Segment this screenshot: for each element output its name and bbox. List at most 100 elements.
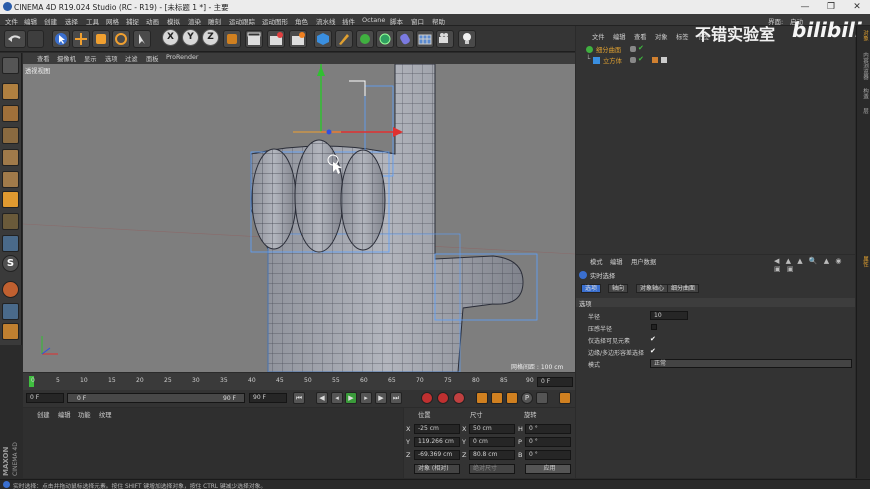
viewport-menu-filter[interactable]: 过滤 xyxy=(125,54,138,63)
rotate-button[interactable] xyxy=(112,30,130,48)
viewport-menu-options[interactable]: 选项 xyxy=(105,54,118,63)
viewport-scene[interactable] xyxy=(23,64,575,372)
viewport-menu-panel[interactable]: 面板 xyxy=(146,54,159,63)
position-z-field[interactable]: -69.369 cm xyxy=(414,450,460,460)
play-button[interactable]: ▶ xyxy=(345,392,357,404)
axis-mode-button[interactable] xyxy=(2,213,19,230)
enabled-check-icon[interactable]: ✔ xyxy=(638,44,644,52)
z-axis-lock-button[interactable]: Z xyxy=(202,29,219,46)
material-menu-edit[interactable]: 编辑 xyxy=(58,410,71,419)
viewport-menu-view[interactable]: 查看 xyxy=(37,54,50,63)
sculpt-mode-button[interactable] xyxy=(2,281,19,298)
lock-workplane-button[interactable] xyxy=(2,303,19,320)
tolerance-select-checkbox[interactable]: ✔ xyxy=(650,347,656,355)
object-menu-file[interactable]: 文件 xyxy=(592,32,605,41)
mode-dropdown[interactable]: 正常 xyxy=(650,359,852,368)
autokey-button[interactable] xyxy=(437,392,449,404)
end-frame-field[interactable]: 90 F xyxy=(249,393,287,403)
cube-button[interactable] xyxy=(314,30,332,48)
menu-motion-tracking[interactable]: 运动跟踪 xyxy=(229,16,255,26)
workplane-mode-button[interactable] xyxy=(2,127,19,144)
make-editable-button[interactable] xyxy=(2,57,19,74)
edges-mode-button[interactable] xyxy=(2,171,19,188)
attribute-menu-edit[interactable]: 编辑 xyxy=(610,257,623,266)
object-manager[interactable]: 文件 编辑 查看 对象 标签 书签 细分曲面 ✔ └ 立方体 ✔ xyxy=(576,26,855,254)
menu-window[interactable]: 窗口 xyxy=(411,16,424,26)
planar-workplane-button[interactable] xyxy=(2,323,19,340)
visibility-dots-icon[interactable] xyxy=(630,46,636,52)
preview-range-slider[interactable] xyxy=(67,393,245,403)
go-to-start-button[interactable]: ⏮ xyxy=(293,392,305,404)
next-key-button[interactable]: ▶ xyxy=(375,392,387,404)
record-scale-button[interactable] xyxy=(491,392,503,404)
scale-button[interactable] xyxy=(92,30,110,48)
perspective-viewport[interactable]: 透视视图 网格间距 : 100 cm xyxy=(23,64,575,372)
minimize-button[interactable]: — xyxy=(792,0,818,14)
menu-sculpt[interactable]: 雕刻 xyxy=(208,16,221,26)
attribute-menu-mode[interactable]: 模式 xyxy=(590,257,603,266)
menu-simulate[interactable]: 模拟 xyxy=(167,16,180,26)
rotation-p-field[interactable]: 0 ° xyxy=(525,437,571,447)
rotation-h-field[interactable]: 0 ° xyxy=(525,424,571,434)
model-mode-button[interactable] xyxy=(2,83,19,100)
menu-tools[interactable]: 工具 xyxy=(86,16,99,26)
record-position-button[interactable] xyxy=(476,392,488,404)
size-x-field[interactable]: 50 cm xyxy=(469,424,515,434)
size-y-field[interactable]: 0 cm xyxy=(469,437,515,447)
points-mode-button[interactable] xyxy=(2,149,19,166)
floor-button[interactable] xyxy=(416,30,434,48)
record-active-button[interactable] xyxy=(421,392,433,404)
tab-axis[interactable]: 轴向 xyxy=(608,284,629,293)
menu-select[interactable]: 选择 xyxy=(65,16,78,26)
render-settings-button[interactable] xyxy=(289,30,307,48)
menu-edit[interactable]: 编辑 xyxy=(24,16,37,26)
right-tab-content-browser[interactable]: 内容浏览器 xyxy=(858,52,869,80)
record-parameter-button[interactable]: P xyxy=(521,392,533,404)
coordinate-system-button[interactable] xyxy=(223,30,241,48)
object-menu-objects[interactable]: 对象 xyxy=(655,32,668,41)
render-picture-viewer-button[interactable] xyxy=(267,30,285,48)
object-row-subdivision-surface[interactable]: 细分曲面 ✔ xyxy=(580,44,850,54)
live-select-button[interactable] xyxy=(52,30,70,48)
y-axis-lock-button[interactable]: Y xyxy=(182,29,199,46)
enabled-check-icon[interactable]: ✔ xyxy=(638,55,644,63)
menu-script[interactable]: 脚本 xyxy=(390,16,403,26)
undo-button[interactable] xyxy=(4,30,26,48)
tweak-mode-button[interactable] xyxy=(2,235,19,252)
object-menu-view[interactable]: 查看 xyxy=(634,32,647,41)
attribute-nav-icons[interactable]: ◀ ▲ ▲ 🔍 ▲ ◉ ▣ ▣ xyxy=(774,257,855,273)
timeline-window-button[interactable] xyxy=(559,392,571,404)
size-mode-dropdown[interactable]: 绝对尺寸 xyxy=(469,464,515,474)
right-tab-attributes[interactable]: 属性 xyxy=(858,256,869,267)
close-button[interactable]: ✕ xyxy=(844,0,870,14)
record-rotation-button[interactable] xyxy=(506,392,518,404)
right-tab-layers[interactable]: 层 xyxy=(858,108,869,114)
viewport-menu-prorender[interactable]: ProRender xyxy=(166,54,198,61)
material-menu-texture[interactable]: 纹理 xyxy=(99,410,112,419)
selection-tag-icon[interactable] xyxy=(661,57,667,63)
menu-mograph[interactable]: 运动图形 xyxy=(262,16,288,26)
redo-button[interactable] xyxy=(27,30,44,48)
mograph-button[interactable] xyxy=(376,30,394,48)
tab-object-axis[interactable]: 对象轴心 xyxy=(636,284,669,293)
snap-button[interactable]: S xyxy=(2,255,19,272)
object-menu-tags[interactable]: 标签 xyxy=(676,32,689,41)
next-frame-button[interactable]: ▸ xyxy=(360,392,372,404)
coordinate-mode-dropdown[interactable]: 对象 (相对) xyxy=(414,464,460,474)
keyframe-selection-button[interactable] xyxy=(453,392,465,404)
size-z-field[interactable]: 80.8 cm xyxy=(469,450,515,460)
gizmo-z-handle[interactable] xyxy=(326,129,332,135)
menu-create[interactable]: 创建 xyxy=(44,16,57,26)
position-y-field[interactable]: 119.266 cm xyxy=(414,437,460,447)
menu-render[interactable]: 渲染 xyxy=(188,16,201,26)
material-menu-create[interactable]: 创建 xyxy=(37,410,50,419)
position-x-field[interactable]: -25 cm xyxy=(414,424,460,434)
timeline-ruler[interactable]: 0 5 10 15 20 25 30 35 40 45 50 55 60 65 … xyxy=(23,373,575,390)
x-axis-lock-button[interactable]: X xyxy=(162,29,179,46)
previous-key-button[interactable]: ◀ xyxy=(316,392,328,404)
material-menu-function[interactable]: 功能 xyxy=(78,410,91,419)
tab-options[interactable]: 选项 xyxy=(581,284,602,293)
deformer-button[interactable] xyxy=(396,30,414,48)
object-row-cube[interactable]: └ 立方体 ✔ xyxy=(580,55,850,65)
go-to-end-button[interactable]: ⏭ xyxy=(390,392,402,404)
